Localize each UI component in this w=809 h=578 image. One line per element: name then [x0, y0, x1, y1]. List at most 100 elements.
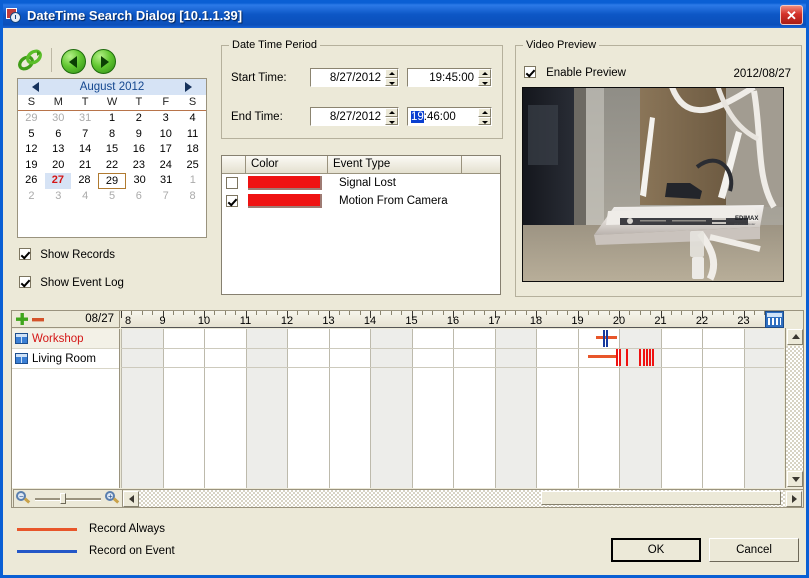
vscroll-up-button[interactable]: [787, 329, 803, 345]
calendar-day[interactable]: 1: [99, 111, 126, 127]
ok-button[interactable]: OK: [611, 538, 701, 562]
calendar-day[interactable]: 21: [72, 158, 99, 174]
calendar-day[interactable]: 8: [179, 189, 206, 205]
minus-icon[interactable]: [31, 316, 45, 323]
show-records-option[interactable]: Show Records: [19, 248, 115, 261]
calendar-day[interactable]: 30: [126, 173, 153, 189]
vscroll-track[interactable]: [786, 346, 803, 470]
camera-list[interactable]: Workshop Living Room: [12, 329, 120, 488]
calendar-icon[interactable]: [765, 311, 784, 328]
end-date-up[interactable]: [385, 108, 398, 117]
timeline-ruler[interactable]: 89101112131415161718192021222324: [121, 311, 784, 328]
calendar-day[interactable]: 25: [179, 158, 206, 174]
timeline-vertical-scrollbar[interactable]: [785, 328, 803, 488]
start-date-field[interactable]: 8/27/2012: [310, 68, 399, 87]
vscroll-down-button[interactable]: [787, 471, 803, 487]
calendar-day[interactable]: 30: [45, 111, 72, 127]
timeline-track[interactable]: [121, 348, 784, 368]
calendar-day[interactable]: 9: [125, 127, 152, 143]
calendar-day[interactable]: 6: [125, 189, 152, 205]
calendar-day[interactable]: 29: [97, 173, 127, 189]
calendar-day[interactable]: 28: [71, 173, 98, 189]
list-item[interactable]: Workshop: [12, 329, 119, 349]
calendar-day[interactable]: 1: [179, 173, 206, 189]
calendar-day[interactable]: 19: [18, 158, 45, 174]
prev-button[interactable]: [61, 49, 86, 74]
end-date-down[interactable]: [385, 116, 398, 125]
calendar-day[interactable]: 31: [72, 111, 99, 127]
calendar-day[interactable]: 4: [72, 189, 99, 205]
start-time-down[interactable]: [478, 77, 491, 86]
event-type-checkbox[interactable]: [226, 195, 238, 207]
end-time-down[interactable]: [478, 116, 491, 125]
start-date-down[interactable]: [385, 77, 398, 86]
calendar-day[interactable]: 11: [179, 127, 206, 143]
link-refresh-icon[interactable]: [17, 48, 43, 74]
zoom-slider[interactable]: [33, 491, 103, 506]
timeline-track[interactable]: [121, 329, 784, 349]
event-marker: [605, 330, 608, 347]
hscroll-right-button[interactable]: [786, 491, 802, 507]
calendar-day[interactable]: 23: [125, 158, 152, 174]
start-time-up[interactable]: [478, 69, 491, 78]
end-time-up[interactable]: [478, 108, 491, 117]
cancel-button[interactable]: Cancel: [709, 538, 799, 562]
calendar-day[interactable]: 6: [45, 127, 72, 143]
calendar-day[interactable]: 3: [45, 189, 72, 205]
show-event-log-option[interactable]: Show Event Log: [19, 276, 124, 289]
timeline-tracks[interactable]: [121, 329, 784, 488]
calendar-day[interactable]: 31: [153, 173, 180, 189]
calendar-day[interactable]: 29: [18, 111, 45, 127]
timeline-scroll-left-button[interactable]: [123, 491, 139, 507]
calendar-grid[interactable]: 29 30 31 1 2 3 4 5 6 7 8 9 10 11 12 13 14 15 16 17 18 19 20 21 2…: [18, 111, 206, 204]
hscroll-thumb[interactable]: [541, 491, 781, 505]
calendar-day[interactable]: 18: [179, 142, 206, 158]
calendar-day[interactable]: 7: [72, 127, 99, 143]
calendar-day[interactable]: 24: [152, 158, 179, 174]
end-date-field[interactable]: 8/27/2012: [310, 107, 399, 126]
calendar-day[interactable]: 5: [99, 189, 126, 205]
calendar-day[interactable]: 8: [99, 127, 126, 143]
show-event-log-checkbox[interactable]: [19, 276, 31, 288]
calendar-day[interactable]: 7: [152, 189, 179, 205]
calendar-day[interactable]: 26: [18, 173, 45, 189]
calendar-day[interactable]: 13: [45, 142, 72, 158]
start-date-up[interactable]: [385, 69, 398, 78]
event-type-table[interactable]: Color Event Type Signal Lost Motion From …: [221, 155, 501, 295]
event-type-checkbox[interactable]: [226, 177, 238, 189]
list-item[interactable]: Living Room: [12, 349, 119, 369]
zoom-slider-knob[interactable]: [59, 493, 66, 504]
magnifier-plus-icon[interactable]: +: [105, 491, 120, 506]
calendar-day[interactable]: 3: [152, 111, 179, 127]
calendar-next-month-icon[interactable]: [185, 82, 192, 92]
end-time-field[interactable]: 19:46:00: [407, 107, 492, 126]
calendar-day[interactable]: 17: [152, 142, 179, 158]
table-row[interactable]: Motion From Camera: [222, 192, 500, 210]
enable-preview-option[interactable]: Enable Preview: [524, 66, 626, 79]
calendar-day[interactable]: 5: [18, 127, 45, 143]
calendar-day[interactable]: 10: [152, 127, 179, 143]
calendar-day[interactable]: 14: [72, 142, 99, 158]
calendar-day[interactable]: 20: [45, 158, 72, 174]
ruler-hour-label: 14: [363, 315, 377, 327]
table-row[interactable]: Signal Lost: [222, 174, 500, 192]
timeline-horizontal-scrollbar[interactable]: [121, 489, 803, 507]
calendar[interactable]: August 2012 SMTWTFS 29 30 31 1 2 3 4 5 6 7 8 9 10 11 1…: [17, 78, 207, 238]
calendar-day[interactable]: 2: [125, 111, 152, 127]
magnifier-minus-icon[interactable]: −: [16, 491, 31, 506]
calendar-day[interactable]: 4: [179, 111, 206, 127]
plus-icon[interactable]: [15, 312, 29, 326]
next-button[interactable]: [91, 49, 116, 74]
calendar-day[interactable]: 2: [18, 189, 45, 205]
enable-preview-checkbox[interactable]: [524, 66, 536, 78]
calendar-day[interactable]: 12: [18, 142, 45, 158]
calendar-day[interactable]: 15: [99, 142, 126, 158]
close-icon[interactable]: ✕: [780, 5, 803, 25]
calendar-day[interactable]: 16: [125, 142, 152, 158]
show-records-checkbox[interactable]: [19, 248, 31, 260]
start-time-field[interactable]: 19:45:00: [407, 68, 492, 87]
calendar-prev-month-icon[interactable]: [32, 82, 39, 92]
calendar-day[interactable]: 22: [99, 158, 126, 174]
timeline-zoom-control[interactable]: − +: [13, 489, 123, 508]
calendar-day[interactable]: 27: [44, 173, 72, 189]
